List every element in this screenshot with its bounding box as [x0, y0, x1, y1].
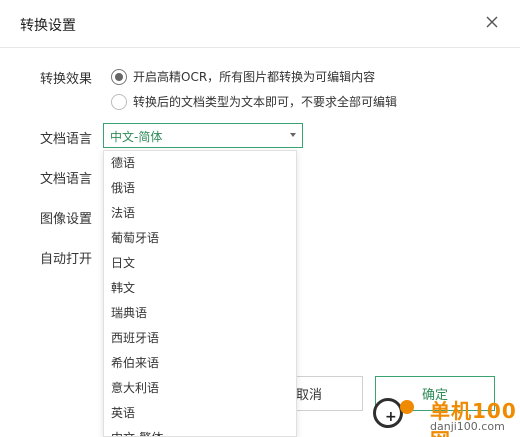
conversion-settings-dialog: 转换设置 转换效果 开启高精OCR，所有图片都转换为可编辑内容 转换后的文档类型…: [0, 0, 520, 437]
dropdown-item[interactable]: 韩文: [104, 276, 296, 301]
dropdown-item[interactable]: 英语: [104, 401, 296, 426]
watermark-circle-icon: +: [373, 398, 403, 428]
language-select[interactable]: 中文-简体: [103, 123, 303, 148]
conversion-effect-label: 转换效果: [40, 72, 93, 87]
watermark-dot-icon: [400, 400, 414, 414]
radio-option1-label: 开启高精OCR，所有图片都转换为可编辑内容: [133, 70, 376, 84]
doc-language-label-2: 文档语言: [40, 172, 93, 187]
dropdown-item[interactable]: 俄语: [104, 176, 296, 201]
radio-text-only[interactable]: 转换后的文档类型为文本即可，不要求全部可编辑: [111, 93, 397, 110]
auto-open-label: 自动打开: [40, 252, 93, 267]
image-settings-label: 图像设置: [40, 212, 93, 227]
dropdown-item[interactable]: 日文: [104, 251, 296, 276]
dialog-title: 转换设置: [20, 18, 76, 34]
radio-checked-icon[interactable]: [111, 68, 127, 85]
watermark-en-text: danji100.com: [430, 420, 505, 433]
dropdown-item[interactable]: 瑞典语: [104, 301, 296, 326]
language-dropdown-list[interactable]: 德语 俄语 法语 葡萄牙语 日文 韩文 瑞典语 西班牙语 希伯来语 意大利语 英…: [103, 150, 297, 437]
site-watermark-logo: + 单机100网 danji100.com: [372, 394, 520, 437]
radio-option2-label: 转换后的文档类型为文本即可，不要求全部可编辑: [133, 95, 398, 109]
close-icon[interactable]: [482, 12, 502, 32]
language-select-value: 中文-简体: [110, 130, 163, 144]
dialog-header: 转换设置: [0, 0, 520, 48]
dropdown-item[interactable]: 意大利语: [104, 376, 296, 401]
dropdown-item[interactable]: 希伯来语: [104, 351, 296, 376]
radio-unchecked-icon[interactable]: [111, 93, 127, 110]
dropdown-item[interactable]: 葡萄牙语: [104, 226, 296, 251]
dropdown-arrow-icon[interactable]: [290, 133, 296, 137]
dropdown-item[interactable]: 西班牙语: [104, 326, 296, 351]
dropdown-item[interactable]: 法语: [104, 201, 296, 226]
doc-language-label: 文档语言: [40, 132, 93, 147]
radio-high-precision-ocr[interactable]: 开启高精OCR，所有图片都转换为可编辑内容: [111, 68, 375, 85]
dropdown-item[interactable]: 德语: [104, 151, 296, 176]
dropdown-item[interactable]: 中文-繁体: [104, 426, 296, 436]
